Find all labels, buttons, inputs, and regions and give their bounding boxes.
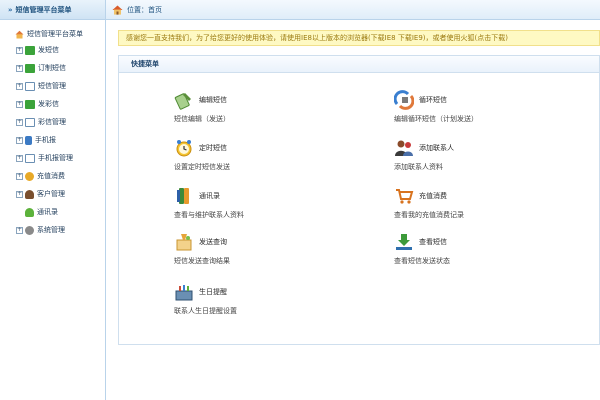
sidebar-item-label: 短信管理: [38, 82, 66, 90]
tree-line: [16, 209, 23, 216]
action-description: 设置定时短信发送: [174, 163, 230, 171]
sidebar-header-title: 短信管理平台菜单: [15, 5, 72, 14]
sidebar-item-contacts[interactable]: 通讯录: [0, 203, 105, 221]
add-contact-icon: [395, 140, 413, 156]
action-label[interactable]: 添加联系人: [419, 143, 454, 153]
sidebar-item-label: 手机报管理: [38, 154, 73, 162]
quick-menu-panel: 快捷菜单 编辑短信 短信编辑（发送） 定时短信 设置定时短信发送 通讯录 查看与…: [118, 55, 600, 345]
action-label[interactable]: 生日提醒: [199, 287, 227, 297]
document-icon: [25, 81, 35, 91]
sidebar-item-custom-sms[interactable]: + 订制短信: [0, 59, 105, 77]
sidebar-item-label: 客户管理: [37, 190, 65, 198]
phone-icon: [25, 135, 32, 145]
quick-action-add-contact[interactable]: 添加联系人 添加联系人资料: [394, 138, 574, 172]
home-icon[interactable]: [112, 5, 123, 15]
breadcrumb: 位置：首页: [127, 5, 162, 14]
sidebar-item-system-management[interactable]: + 系统管理: [0, 221, 105, 239]
app-window: » 短信管理平台菜单 短信管理平台菜单 + 发短信 + 订制短信 + 短信管理 …: [0, 0, 600, 400]
envelope-icon: [25, 45, 35, 55]
document-icon: [25, 117, 35, 127]
quick-action-send-query[interactable]: 发送查询 短信发送查询结果: [174, 232, 354, 266]
download-icon: [396, 234, 412, 250]
shopping-cart-icon: [396, 189, 414, 204]
expand-icon[interactable]: +: [16, 46, 23, 54]
action-description: 查看与维护联系人资料: [174, 211, 244, 219]
envelope-icon: [25, 63, 35, 73]
tree-root-label: 短信管理平台菜单: [27, 30, 83, 38]
expand-icon[interactable]: +: [16, 190, 23, 198]
browser-notice[interactable]: 感谢您一直支持我们，为了给您更好的使用体验，请使用IE8以上版本的浏览器(下载I…: [118, 30, 600, 46]
quick-action-scheduled-sms[interactable]: 定时短信 设置定时短信发送: [174, 138, 354, 172]
expand-icon[interactable]: +: [16, 172, 23, 180]
action-description: 查看短信发送状态: [394, 257, 450, 265]
quick-action-address-book[interactable]: 通讯录 查看与维护联系人资料: [174, 186, 354, 220]
expand-icon[interactable]: +: [16, 136, 23, 144]
action-label[interactable]: 发送查询: [199, 237, 227, 247]
sidebar-item-recharge[interactable]: + 充值消费: [0, 167, 105, 185]
sidebar-item-label: 手机报: [35, 136, 56, 144]
sidebar-item-send-sms[interactable]: + 发短信: [0, 41, 105, 59]
users-icon: [25, 189, 34, 199]
action-label[interactable]: 定时短信: [199, 143, 227, 153]
expand-icon[interactable]: +: [16, 226, 23, 234]
action-description: 编辑循环短信（计划发送）: [394, 115, 478, 123]
quick-action-loop-sms[interactable]: 循环短信 编辑循环短信（计划发送）: [394, 90, 574, 124]
sidebar-item-customer-management[interactable]: + 客户管理: [0, 185, 105, 203]
action-label[interactable]: 充值消费: [419, 191, 447, 201]
sidebar-item-mobile-news-management[interactable]: + 手机报管理: [0, 149, 105, 167]
expand-icon[interactable]: +: [16, 100, 23, 108]
action-description: 添加联系人资料: [394, 163, 443, 171]
sidebar-item-label: 充值消费: [37, 172, 65, 180]
double-chevron-icon[interactable]: »: [8, 6, 13, 14]
expand-icon[interactable]: +: [16, 154, 23, 162]
action-label[interactable]: 通讯录: [199, 191, 220, 201]
menu-tree: 短信管理平台菜单 + 发短信 + 订制短信 + 短信管理 + 发彩信 + 彩信管…: [0, 20, 105, 239]
action-label[interactable]: 循环短信: [419, 95, 447, 105]
gear-icon: [25, 225, 34, 235]
quick-action-recharge[interactable]: 充值消费 查看我的充值消费记录: [394, 186, 574, 220]
edit-sms-icon: [174, 93, 191, 110]
coins-icon: [25, 171, 34, 181]
loop-sms-icon: [394, 90, 414, 110]
action-description: 查看我的充值消费记录: [394, 211, 464, 219]
address-book-icon: [177, 188, 189, 204]
action-label[interactable]: 编辑短信: [199, 95, 227, 105]
main-content: 感谢您一直支持我们，为了给您更好的使用体验，请使用IE8以上版本的浏览器(下载I…: [106, 20, 600, 400]
sidebar-item-label: 系统管理: [37, 226, 65, 234]
quick-action-birthday-reminder[interactable]: 生日提醒 联系人生日提醒设置: [174, 282, 354, 316]
sidebar-item-mms-management[interactable]: + 彩信管理: [0, 113, 105, 131]
sidebar-header: » 短信管理平台菜单: [0, 0, 105, 20]
birthday-icon: [175, 285, 193, 301]
alarm-clock-icon: [176, 140, 192, 157]
tree-root[interactable]: 短信管理平台菜单: [0, 27, 105, 41]
send-query-icon: [176, 234, 192, 251]
sidebar: » 短信管理平台菜单 短信管理平台菜单 + 发短信 + 订制短信 + 短信管理 …: [0, 0, 106, 400]
action-label[interactable]: 查看短信: [419, 237, 447, 247]
action-description: 短信发送查询结果: [174, 257, 230, 265]
expand-icon[interactable]: +: [16, 64, 23, 72]
sidebar-item-label: 发短信: [38, 46, 59, 54]
contact-icon: [25, 207, 34, 217]
action-description: 联系人生日提醒设置: [174, 307, 237, 315]
sidebar-item-label: 发彩信: [38, 100, 59, 108]
sidebar-item-mobile-news[interactable]: + 手机报: [0, 131, 105, 149]
sidebar-item-label: 通讯录: [37, 208, 58, 216]
top-bar: 位置：首页: [106, 0, 600, 20]
quick-action-view-sms[interactable]: 查看短信 查看短信发送状态: [394, 232, 574, 266]
sidebar-item-label: 彩信管理: [38, 118, 66, 126]
envelope-icon: [25, 99, 35, 109]
expand-icon[interactable]: +: [16, 82, 23, 90]
expand-icon[interactable]: +: [16, 118, 23, 126]
home-folder-icon: [15, 30, 24, 39]
sidebar-item-label: 订制短信: [38, 64, 66, 72]
quick-action-edit-sms[interactable]: 编辑短信 短信编辑（发送）: [174, 90, 354, 124]
action-description: 短信编辑（发送）: [174, 115, 230, 123]
sidebar-item-sms-management[interactable]: + 短信管理: [0, 77, 105, 95]
document-icon: [25, 153, 35, 163]
sidebar-item-send-mms[interactable]: + 发彩信: [0, 95, 105, 113]
panel-title: 快捷菜单: [119, 56, 599, 73]
